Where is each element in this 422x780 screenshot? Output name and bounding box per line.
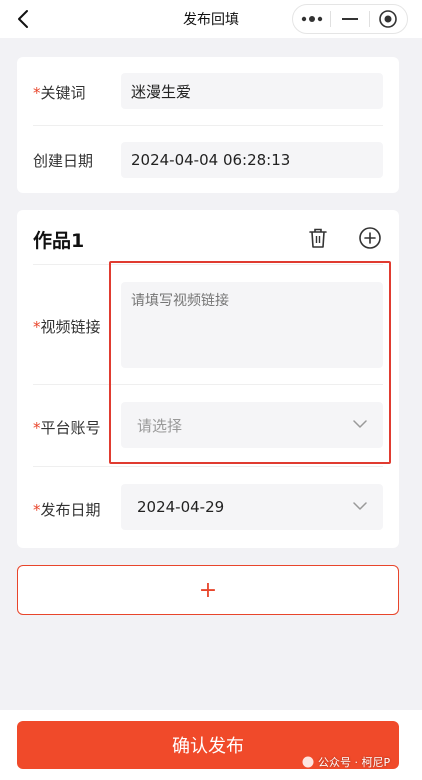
keyword-label: *关键词 <box>33 84 86 102</box>
work-card: 作品1 *视频链接 *平台账号 请选择 *发布日期 2024-04-29 <box>17 210 399 548</box>
publish-date-label: *发布日期 <box>33 501 101 519</box>
add-item-button[interactable] <box>358 226 382 250</box>
basic-info-card: *关键词 迷漫生爱 创建日期 2024-04-04 06:28:13 <box>17 57 399 193</box>
plus-icon: + <box>198 577 218 603</box>
minimize-icon <box>341 18 358 20</box>
divider <box>33 125 383 126</box>
video-link-input[interactable] <box>121 282 383 368</box>
required-mark: * <box>33 419 41 437</box>
mini-program-capsule <box>292 4 408 34</box>
divider <box>33 264 383 265</box>
divider <box>33 466 383 467</box>
more-button[interactable] <box>293 5 330 33</box>
top-nav: 发布回填 <box>0 0 422 38</box>
required-mark: * <box>33 318 41 336</box>
plus-circle-icon <box>359 227 381 249</box>
close-mini-program-button[interactable] <box>370 5 407 33</box>
platform-account-placeholder: 请选择 <box>137 416 183 435</box>
more-icon <box>301 16 322 22</box>
required-mark: * <box>33 501 41 519</box>
chevron-down-icon <box>353 502 367 510</box>
watermark: 公众号 · 柯尼P <box>302 754 390 770</box>
publish-date-value: 2024-04-29 <box>137 498 225 516</box>
publish-date-select[interactable]: 2024-04-29 <box>121 484 383 530</box>
wechat-icon <box>302 756 314 768</box>
platform-account-select[interactable]: 请选择 <box>121 402 383 448</box>
trash-icon <box>309 228 327 248</box>
required-mark: * <box>33 84 41 102</box>
keyword-field[interactable]: 迷漫生爱 <box>121 73 383 109</box>
watermark-text: 公众号 · 柯尼P <box>318 756 391 769</box>
add-work-button[interactable]: + <box>17 565 399 615</box>
created-date-field: 2024-04-04 06:28:13 <box>121 142 383 178</box>
created-date-label: 创建日期 <box>33 152 94 170</box>
video-link-label: *视频链接 <box>33 318 101 336</box>
minimize-button[interactable] <box>331 5 368 33</box>
delete-work-button[interactable] <box>306 226 330 250</box>
platform-account-label: *平台账号 <box>33 419 101 437</box>
target-icon <box>379 10 398 28</box>
work-title: 作品1 <box>33 230 85 252</box>
divider <box>33 384 383 385</box>
chevron-down-icon <box>353 420 367 428</box>
